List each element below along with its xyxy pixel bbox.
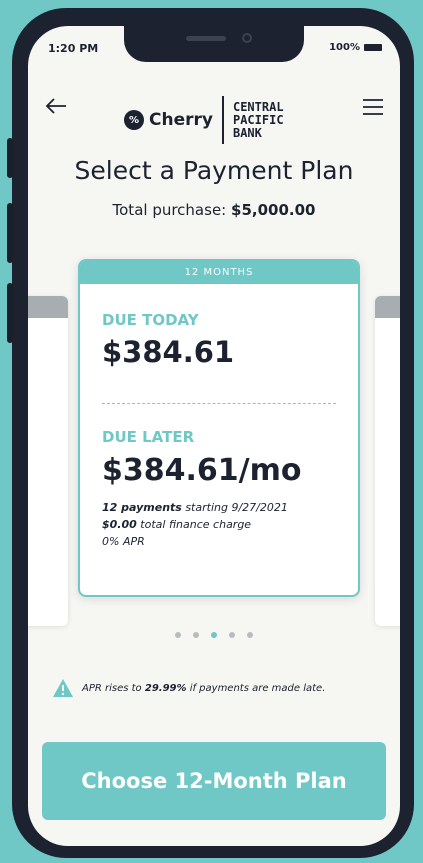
volume-down-button — [7, 283, 13, 343]
warning-icon — [53, 679, 73, 697]
finance-info: $0.00 total finance charge — [102, 518, 251, 531]
hamburger-menu-icon[interactable] — [362, 99, 384, 115]
bank-line-2: PACIFIC — [232, 112, 284, 127]
payments-info: 12 payments starting 9/27/2021 — [102, 501, 288, 514]
finance-label: total finance charge — [136, 518, 252, 531]
plan-card-12-months[interactable]: 12 MONTHS DUE TODAY $384.61 DUE LATER $3… — [78, 259, 360, 597]
pager-dot[interactable] — [211, 632, 217, 638]
page-title: Select a Payment Plan — [74, 156, 354, 185]
plan-card-previous[interactable] — [28, 296, 68, 626]
plan-card-next[interactable] — [375, 296, 400, 626]
apr-info: 0% APR — [102, 535, 145, 548]
brand-name: Cherry — [149, 110, 213, 130]
pager-dot[interactable] — [247, 632, 253, 638]
total-label: Total purchase: — [112, 201, 227, 219]
speaker — [186, 36, 226, 41]
bank-name: CENTRAL PACIFIC BANK — [232, 99, 284, 140]
battery-percent: 100% — [329, 42, 360, 53]
total-purchase: Total purchase: $5,000.00 — [28, 201, 400, 219]
pager-dot[interactable] — [229, 632, 235, 638]
late-apr-rate: 29.99% — [144, 682, 187, 694]
due-today-label: DUE TODAY — [102, 311, 199, 329]
plan-term: 12 MONTHS — [80, 261, 358, 284]
back-arrow-icon[interactable] — [44, 96, 68, 116]
late-payment-notice: APR rises to 29.99% if payments are made… — [52, 678, 382, 698]
bank-line-1: CENTRAL — [232, 99, 284, 114]
choose-plan-button[interactable]: Choose 12-Month Plan — [42, 742, 386, 820]
camera — [242, 33, 252, 43]
status-time: 1:20 PM — [48, 42, 99, 55]
volume-up-button — [7, 203, 13, 263]
notice-post: if payments are made late. — [186, 682, 326, 694]
total-value: $5,000.00 — [231, 201, 316, 219]
payments-count: 12 payments — [102, 501, 182, 514]
phone-frame: 1:20 PM 100% % Cherry CENTRAL PACIFIC BA… — [7, 8, 414, 858]
logo-divider — [221, 96, 224, 144]
carousel-pager — [28, 632, 400, 638]
bank-line-3: BANK — [232, 125, 262, 140]
pager-dot[interactable] — [193, 632, 199, 638]
phone-screen: 1:20 PM 100% % Cherry CENTRAL PACIFIC BA… — [28, 26, 400, 846]
mute-switch — [7, 138, 13, 178]
due-later-label: DUE LATER — [102, 428, 195, 446]
notice-text: APR rises to 29.99% if payments are made… — [82, 683, 325, 694]
battery-icon — [364, 44, 382, 51]
card-divider — [102, 403, 336, 404]
notch — [124, 26, 304, 62]
due-today-amount: $384.61 — [102, 335, 235, 369]
due-later-amount: $384.61/mo — [102, 453, 302, 488]
notice-pre: APR rises to — [82, 682, 145, 694]
payments-start: starting 9/27/2021 — [181, 501, 288, 514]
pager-dot[interactable] — [175, 632, 181, 638]
status-battery: 100% — [329, 42, 382, 53]
finance-charge: $0.00 — [102, 518, 137, 531]
cherry-mark-icon: % — [124, 110, 144, 130]
brand-logo: % Cherry CENTRAL PACIFIC BANK — [124, 96, 284, 144]
